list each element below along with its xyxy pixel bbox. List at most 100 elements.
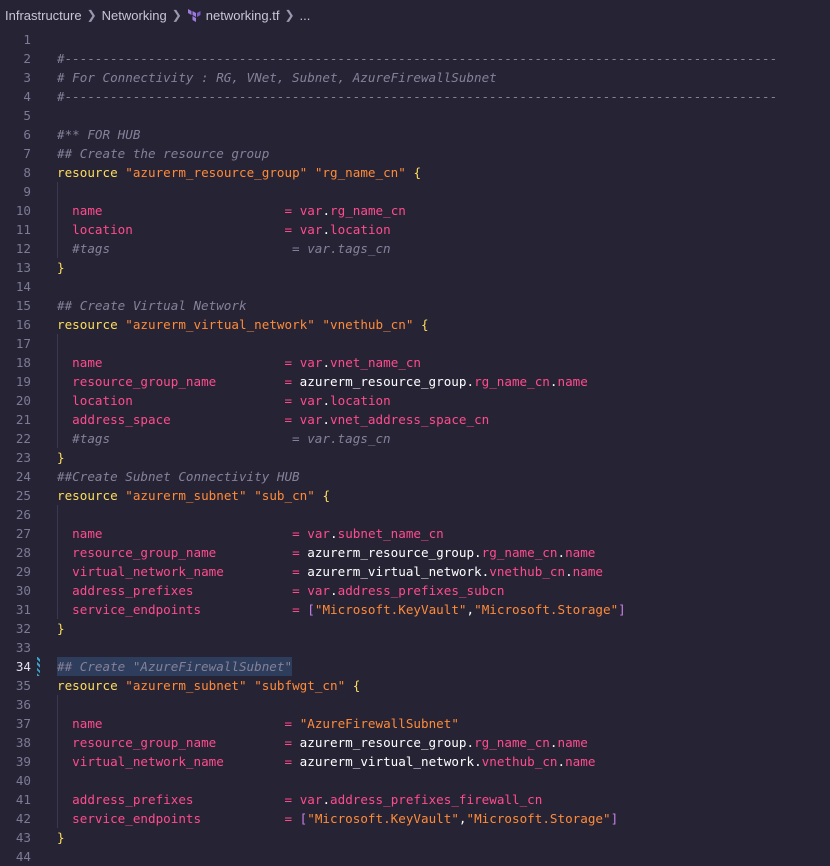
code-token: vnet_address_space_cn [330, 412, 490, 427]
code-line[interactable]: 11 location = var.location [0, 220, 830, 239]
code-line[interactable]: 12 #tags = var.tags_cn [0, 239, 830, 258]
code-line[interactable]: 33 [0, 638, 830, 657]
code-line[interactable]: 23} [0, 448, 830, 467]
code-token: = [292, 526, 300, 541]
code-line[interactable]: 9 [0, 182, 830, 201]
code-line[interactable]: 5 [0, 106, 830, 125]
code-line[interactable]: 17 [0, 334, 830, 353]
code-token: rg_name_cn [474, 735, 550, 750]
code-line[interactable]: 27 name = var.subnet_name_cn [0, 524, 830, 543]
code-token: . [322, 355, 331, 370]
code-token: . [330, 526, 338, 541]
line-number: 15 [15, 298, 31, 313]
code-token: . [330, 583, 338, 598]
code-text: #---------------------------------------… [57, 49, 777, 68]
code-line[interactable]: 31 service_endpoints = ["Microsoft.KeyVa… [0, 600, 830, 619]
code-line[interactable]: 13} [0, 258, 830, 277]
code-line[interactable]: 1 [0, 30, 830, 49]
code-editor[interactable]: 1 2 #-------------------------------------… [0, 30, 830, 864]
code-line[interactable]: 26 [0, 505, 830, 524]
code-token: vnet_name_cn [330, 355, 422, 370]
code-line[interactable]: 7 ## Create the resource group [0, 144, 830, 163]
line-number: 33 [15, 640, 31, 655]
code-token: . [557, 545, 566, 560]
line-number: 43 [15, 830, 31, 845]
code-line[interactable]: 3 # For Connectivity : RG, VNet, Subnet, … [0, 68, 830, 87]
code-line[interactable]: 44 [0, 847, 830, 866]
code-token: location [330, 222, 391, 237]
breadcrumb-infrastructure[interactable]: Infrastructure [5, 8, 82, 23]
line-number: 17 [15, 336, 31, 351]
code-line[interactable]: 15 ## Create Virtual Network [0, 296, 830, 315]
code-line[interactable]: 35 resource "azurerm_subnet" "subfwgt_cn"… [0, 676, 830, 695]
code-line[interactable]: 18 name = var.vnet_name_cn [0, 353, 830, 372]
code-token: # For Connectivity : RG, VNet, Subnet, A… [57, 70, 497, 85]
code-line[interactable]: 36 [0, 695, 830, 714]
code-line[interactable]: 37 name = "AzureFirewallSubnet" [0, 714, 830, 733]
code-line[interactable]: 32} [0, 619, 830, 638]
code-line[interactable]: 6 #** FOR HUB [0, 125, 830, 144]
code-text: name = "AzureFirewallSubnet" [57, 714, 459, 733]
breadcrumb-symbol-ellipsis[interactable]: ... [300, 8, 311, 23]
code-line[interactable]: 21 address_space = var.vnet_address_spac… [0, 410, 830, 429]
breadcrumb-networking[interactable]: Networking [102, 8, 167, 23]
line-number: 1 [23, 32, 31, 47]
line-number: 42 [15, 811, 31, 826]
code-line[interactable]: 24 ##Create Subnet Connectivity HUB [0, 467, 830, 486]
code-line[interactable]: 19 resource_group_name = azurerm_resourc… [0, 372, 830, 391]
code-line[interactable]: 8 resource "azurerm_resource_group" "rg_n… [0, 163, 830, 182]
code-line[interactable]: 14 [0, 277, 830, 296]
code-text: } [57, 828, 65, 847]
code-token: = [284, 792, 293, 807]
code-token: = [284, 374, 293, 389]
code-line[interactable]: 10 name = var.rg_name_cn [0, 201, 830, 220]
code-line[interactable]: 42 service_endpoints = ["Microsoft.KeyVa… [0, 809, 830, 828]
code-line[interactable]: 41 address_prefixes = var.address_prefix… [0, 790, 830, 809]
line-number: 35 [15, 678, 31, 693]
code-line[interactable]: 22 #tags = var.tags_cn [0, 429, 830, 448]
code-text: } [57, 448, 65, 467]
code-line[interactable]: 34 ## Create "AzureFirewallSubnet" [0, 657, 830, 676]
code-token: #tags = var.tags_cn [72, 241, 391, 256]
code-token: name [565, 545, 596, 560]
line-number: 11 [15, 222, 31, 237]
code-text: #tags = var.tags_cn [57, 429, 390, 448]
code-line[interactable]: 4 #--------------------------------------… [0, 87, 830, 106]
indent-guide [57, 771, 58, 790]
code-line[interactable]: 29 virtual_network_name = azurerm_virtua… [0, 562, 830, 581]
code-text: name = var.vnet_name_cn [57, 353, 421, 372]
line-number: 36 [15, 697, 31, 712]
code-line[interactable]: 38 resource_group_name = azurerm_resourc… [0, 733, 830, 752]
code-line[interactable]: 20 location = var.location [0, 391, 830, 410]
code-line[interactable]: 28 resource_group_name = azurerm_resourc… [0, 543, 830, 562]
code-token: address_prefixes [72, 583, 194, 598]
line-number: 2 [23, 51, 31, 66]
code-token: ## Create "AzureFirewallSubnet" [57, 659, 293, 674]
code-token: = [284, 412, 293, 427]
line-number: 38 [15, 735, 31, 750]
code-line[interactable]: 40 [0, 771, 830, 790]
breadcrumb-file[interactable]: networking.tf [187, 8, 279, 23]
code-line[interactable]: 25 resource "azurerm_subnet" "sub_cn" { [0, 486, 830, 505]
code-text: name = var.rg_name_cn [57, 201, 406, 220]
code-line[interactable]: 2 #--------------------------------------… [0, 49, 830, 68]
code-line[interactable]: 43} [0, 828, 830, 847]
code-text: #---------------------------------------… [57, 87, 777, 106]
code-line[interactable]: 30 address_prefixes = var.address_prefix… [0, 581, 830, 600]
code-token: address_prefixes_firewall_cn [330, 792, 543, 807]
code-line[interactable]: 39 virtual_network_name = azurerm_virtua… [0, 752, 830, 771]
code-line[interactable]: 16 resource "azurerm_virtual_network" "vn… [0, 315, 830, 334]
